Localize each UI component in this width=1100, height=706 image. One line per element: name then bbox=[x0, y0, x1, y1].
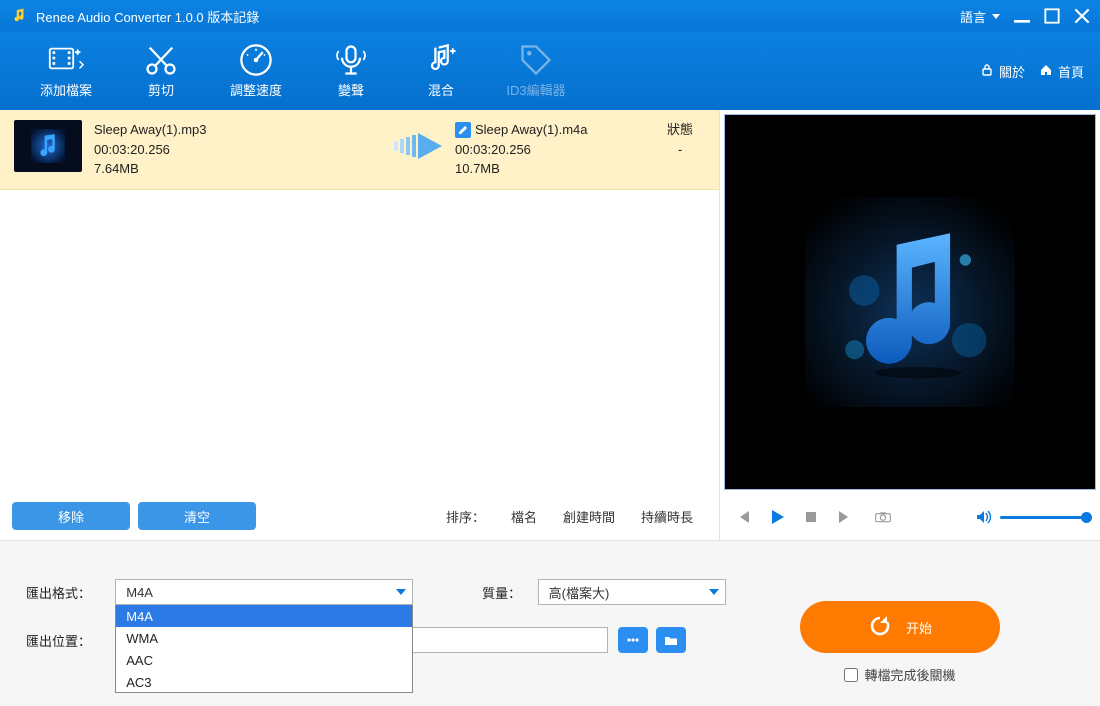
id3-editor-button: ID3編輯器 bbox=[486, 36, 586, 106]
volume-slider[interactable] bbox=[1000, 516, 1086, 519]
sort-by-duration[interactable]: 持續時長 bbox=[641, 507, 693, 526]
file-thumbnail bbox=[14, 120, 82, 172]
speed-label: 調整速度 bbox=[230, 80, 282, 99]
sort-label: 排序： bbox=[446, 507, 485, 526]
voice-label: 變聲 bbox=[338, 80, 364, 99]
microphone-icon bbox=[333, 44, 369, 76]
refresh-icon bbox=[868, 614, 892, 641]
maximize-button[interactable] bbox=[1044, 8, 1060, 24]
prev-track-button[interactable] bbox=[734, 508, 752, 526]
format-option[interactable]: AC3 bbox=[116, 671, 411, 693]
about-label: 關於 bbox=[999, 62, 1025, 81]
format-option[interactable]: WMA bbox=[116, 627, 411, 649]
shutdown-checkbox[interactable]: 轉檔完成後關機 bbox=[844, 665, 955, 684]
add-files-label: 添加檔案 bbox=[40, 80, 92, 99]
edit-output-icon[interactable] bbox=[455, 122, 471, 138]
home-link[interactable]: 首頁 bbox=[1039, 62, 1084, 81]
format-select[interactable]: M4A bbox=[115, 579, 412, 605]
film-add-icon bbox=[48, 44, 84, 76]
location-label: 匯出位置： bbox=[26, 631, 116, 650]
sort-by-name[interactable]: 檔名 bbox=[511, 507, 537, 526]
clear-button[interactable]: 清空 bbox=[138, 502, 256, 530]
chevron-down-icon bbox=[396, 589, 406, 595]
tag-icon bbox=[518, 44, 554, 76]
start-label: 开始 bbox=[906, 618, 932, 637]
status-value: - bbox=[655, 140, 705, 160]
window-title: Renee Audio Converter 1.0.0 版本記錄 bbox=[36, 7, 960, 26]
remove-button[interactable]: 移除 bbox=[12, 502, 130, 530]
quality-select[interactable]: 高(檔案大) bbox=[538, 579, 726, 605]
home-label: 首頁 bbox=[1058, 62, 1084, 81]
shutdown-input[interactable] bbox=[844, 668, 858, 682]
voice-change-button[interactable]: 變聲 bbox=[306, 36, 396, 106]
speed-button[interactable]: 調整速度 bbox=[206, 36, 306, 106]
next-track-button[interactable] bbox=[836, 508, 854, 526]
status-header: 狀態 bbox=[655, 120, 705, 140]
preview-screen bbox=[724, 114, 1096, 490]
stop-button[interactable] bbox=[802, 508, 820, 526]
file-row[interactable]: Sleep Away(1).mp3 00:03:20.256 7.64MB Sl… bbox=[0, 110, 719, 190]
language-menu[interactable]: 語言 bbox=[960, 7, 1000, 26]
output-filename: Sleep Away(1).m4a bbox=[475, 120, 588, 140]
input-filename: Sleep Away(1).mp3 bbox=[94, 120, 383, 140]
format-value: M4A bbox=[126, 585, 153, 600]
chevron-down-icon bbox=[709, 589, 719, 595]
language-label: 語言 bbox=[960, 7, 986, 26]
output-duration: 00:03:20.256 bbox=[455, 140, 655, 160]
app-logo-icon bbox=[10, 7, 28, 25]
arrow-icon bbox=[383, 120, 455, 172]
id3-label: ID3編輯器 bbox=[506, 80, 565, 99]
about-link[interactable]: 關於 bbox=[980, 62, 1025, 81]
minimize-button[interactable] bbox=[1014, 8, 1030, 24]
input-size: 7.64MB bbox=[94, 159, 383, 179]
close-button[interactable] bbox=[1074, 8, 1090, 24]
snapshot-button[interactable] bbox=[870, 508, 896, 526]
open-folder-button[interactable] bbox=[656, 627, 686, 653]
shutdown-label: 轉檔完成後關機 bbox=[864, 665, 955, 684]
play-button[interactable] bbox=[768, 508, 786, 526]
gauge-icon bbox=[238, 44, 274, 76]
sort-by-created[interactable]: 創建時間 bbox=[563, 507, 615, 526]
scissors-icon bbox=[143, 44, 179, 76]
quality-value: 高(檔案大) bbox=[549, 583, 610, 602]
format-dropdown[interactable]: M4AWMAAACAC3 bbox=[115, 605, 412, 693]
output-size: 10.7MB bbox=[455, 159, 655, 179]
start-button[interactable]: 开始 bbox=[800, 601, 1000, 653]
chevron-down-icon bbox=[992, 14, 1000, 19]
cut-label: 剪切 bbox=[148, 80, 174, 99]
quality-label: 質量： bbox=[482, 583, 538, 602]
mix-note-icon bbox=[423, 44, 459, 76]
mix-label: 混合 bbox=[428, 80, 454, 99]
browse-button[interactable] bbox=[618, 627, 648, 653]
volume-icon[interactable] bbox=[974, 508, 992, 526]
home-icon bbox=[1039, 63, 1053, 80]
add-files-button[interactable]: 添加檔案 bbox=[16, 36, 116, 106]
input-duration: 00:03:20.256 bbox=[94, 140, 383, 160]
cut-button[interactable]: 剪切 bbox=[116, 36, 206, 106]
format-option[interactable]: AAC bbox=[116, 649, 411, 671]
format-option[interactable]: M4A bbox=[116, 605, 411, 627]
lock-icon bbox=[980, 63, 994, 80]
mix-button[interactable]: 混合 bbox=[396, 36, 486, 106]
format-label: 匯出格式： bbox=[26, 583, 115, 602]
